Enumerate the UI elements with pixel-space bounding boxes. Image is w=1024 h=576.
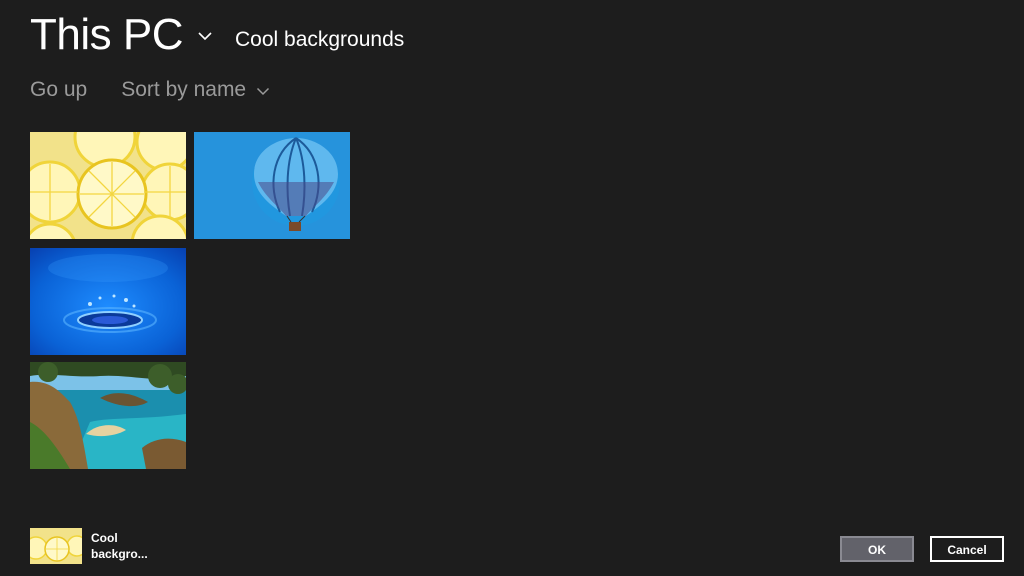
location-title: This PC <box>30 10 183 59</box>
ok-button[interactable]: OK <box>840 536 914 562</box>
go-up-button[interactable]: Go up <box>30 78 87 102</box>
water-drop-image <box>30 248 186 355</box>
hot-air-balloon-image <box>194 132 350 239</box>
header: This PC Cool backgrounds <box>30 10 404 62</box>
lemons-image <box>30 132 186 239</box>
toolbar: Go up Sort by name <box>30 78 270 102</box>
coastline-image <box>30 362 186 469</box>
chevron-down-icon <box>197 2 213 52</box>
sort-dropdown[interactable]: Sort by name <box>121 78 270 102</box>
file-thumbnail-hot-air-balloon[interactable] <box>194 132 350 239</box>
sort-label: Sort by name <box>121 78 247 101</box>
selected-file-name: Cool backgro... <box>91 531 148 561</box>
file-thumbnail-lemons[interactable] <box>30 132 186 239</box>
file-thumbnail-water-drop[interactable] <box>30 248 186 355</box>
chevron-down-icon <box>256 78 270 102</box>
cancel-button[interactable]: Cancel <box>930 536 1004 562</box>
lemons-image <box>30 528 82 564</box>
selected-file-preview <box>30 528 82 564</box>
file-thumbnail-coastline[interactable] <box>30 362 186 469</box>
location-dropdown[interactable]: This PC <box>30 10 213 60</box>
current-folder-name: Cool backgrounds <box>234 28 405 51</box>
